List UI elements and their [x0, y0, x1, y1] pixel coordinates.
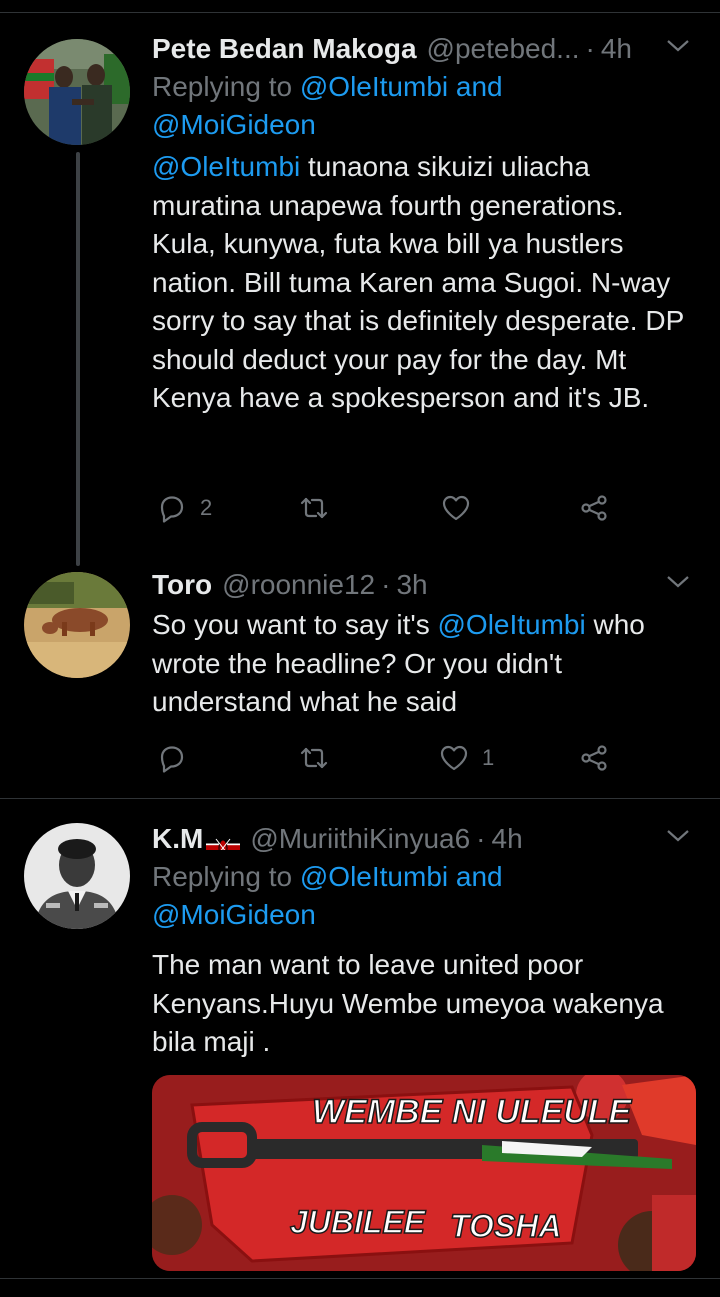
image-text-right: TOSHA: [450, 1208, 561, 1244]
share-button[interactable]: [578, 488, 610, 528]
user-handle[interactable]: @MuriithiKinyua6: [250, 820, 470, 858]
avatar[interactable]: [24, 823, 130, 929]
replying-to: Replying to @OleItumbi and @MoiGideon: [152, 71, 503, 140]
tweet-divider: [0, 798, 720, 799]
user-handle[interactable]: @petebed...: [427, 30, 580, 68]
retweet-button[interactable]: [298, 738, 342, 778]
separator-dot: ·: [585, 33, 595, 64]
caret-down-icon[interactable]: [664, 826, 692, 846]
share-button[interactable]: [578, 738, 610, 778]
tweet-text: @OleItumbi tunaona sikuizi uliacha murat…: [152, 151, 684, 413]
display-name[interactable]: K.M: [152, 820, 241, 858]
avatar[interactable]: [24, 572, 130, 678]
like-icon: [440, 745, 468, 771]
display-name[interactable]: Pete Bedan Makoga: [152, 30, 417, 68]
user-handle[interactable]: @roonnie12: [222, 566, 375, 604]
replying-to: Replying to @OleItumbi and @MoiGideon: [152, 861, 503, 930]
timestamp[interactable]: 4h: [492, 820, 523, 858]
thread-line: [76, 152, 80, 566]
bottom-divider: [0, 1278, 720, 1279]
tweet-media-image[interactable]: WEMBE NI ULEULE JUBILEE TOSHA: [152, 1075, 696, 1271]
retweet-icon: [300, 497, 328, 519]
avatar[interactable]: [24, 39, 130, 145]
mention-link[interactable]: @OleItumbi: [300, 71, 448, 102]
mention-link[interactable]: @OleItumbi: [300, 861, 448, 892]
reply-button[interactable]: [156, 738, 200, 778]
separator-dot: ·: [381, 569, 391, 600]
reply-count: 2: [200, 495, 213, 520]
tweet-header: K.M @MuriithiKinyua6 · 4h: [152, 820, 692, 858]
display-name[interactable]: Toro: [152, 566, 212, 604]
share-icon: [581, 495, 607, 521]
mention-link[interactable]: @MoiGideon: [152, 109, 316, 140]
like-count: 1: [482, 745, 495, 770]
reply-icon: [160, 746, 184, 773]
tweet-text: So you want to say it's @OleItumbi who w…: [152, 609, 645, 717]
top-divider: [0, 12, 720, 13]
like-icon: [442, 495, 470, 521]
reply-icon: [160, 496, 184, 523]
like-button[interactable]: [440, 488, 484, 528]
separator-dot: ·: [476, 823, 486, 854]
caret-down-icon[interactable]: [664, 572, 692, 592]
retweet-button[interactable]: [298, 488, 342, 528]
tweet-header: Toro @roonnie12 · 3h: [152, 566, 692, 604]
action-bar: 1: [152, 738, 632, 778]
retweet-icon: [300, 747, 328, 769]
share-icon: [581, 745, 607, 771]
timestamp[interactable]: 3h: [396, 566, 427, 604]
caret-down-icon[interactable]: [664, 36, 692, 56]
action-bar: 2: [152, 488, 632, 528]
kenya-flag-icon: [206, 830, 241, 850]
timestamp[interactable]: 4h: [601, 30, 632, 68]
image-text-left: JUBILEE: [290, 1204, 427, 1240]
reply-button[interactable]: 2: [156, 488, 212, 528]
image-text-top: WEMBE NI ULEULE: [312, 1093, 633, 1131]
mention-link[interactable]: @OleItumbi: [152, 151, 300, 182]
tweet-header: Pete Bedan Makoga @petebed... · 4h: [152, 30, 692, 68]
mention-link[interactable]: @OleItumbi: [437, 609, 585, 640]
tweet-text: The man want to leave united poor Kenyan…: [152, 949, 664, 1057]
mention-link[interactable]: @MoiGideon: [152, 899, 316, 930]
like-button[interactable]: 1: [438, 738, 494, 778]
